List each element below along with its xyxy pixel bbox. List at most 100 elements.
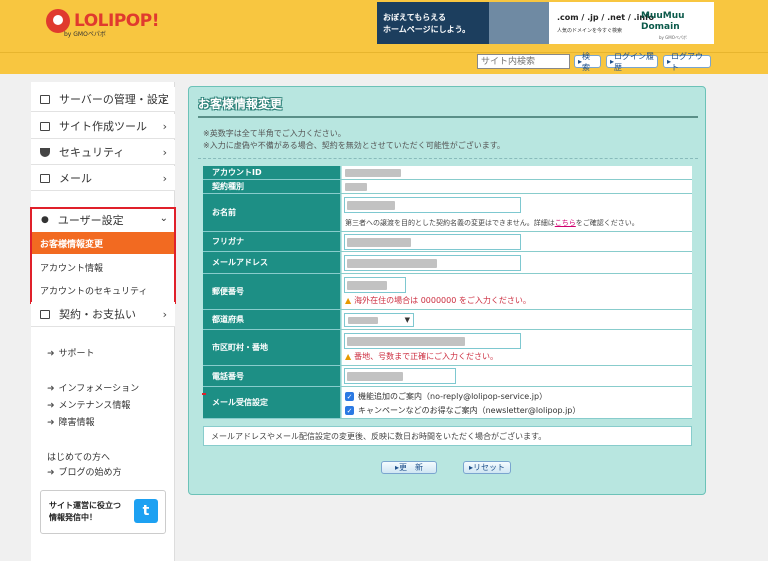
sidebar-item-label: サイト作成ツール — [59, 120, 147, 133]
card-icon — [40, 309, 50, 319]
contract-type-value — [345, 183, 367, 191]
postal-warning: ▲ 海外在住の場合は 0000000 をご入力ください。 — [345, 296, 531, 305]
mail-opt-campaign[interactable]: ✓ キャンペーンなどのお得なご案内（newsletter@lolipop.jp） — [345, 405, 580, 416]
twitter-banner[interactable]: サイト運営に役立つ 情報発信中！ t — [40, 490, 166, 534]
login-history-button[interactable]: ▸ ログイン履歴 — [606, 52, 658, 72]
sidebar-link-blog[interactable]: ➜ ブログの始め方 — [47, 465, 122, 478]
name-hint-link[interactable]: こちら — [555, 219, 576, 227]
prefecture-select[interactable]: ▼ — [344, 313, 414, 327]
city-input[interactable] — [344, 333, 521, 349]
warning-icon: ▲ — [345, 296, 352, 305]
arrow-icon: ➜ — [47, 401, 55, 411]
sidebar-link-beginner[interactable]: はじめての方へ — [47, 450, 110, 463]
chevron-right-icon: › — [162, 308, 167, 321]
server-icon — [40, 94, 50, 104]
banner-photo — [489, 2, 549, 44]
sidebar-item-label: セキュリティ — [59, 146, 125, 159]
chevron-right-icon: › — [162, 93, 167, 106]
sidebar-item-security[interactable]: セキュリティ › — [31, 140, 175, 165]
user-settings-group: ● ユーザー設定 ⌄ お客様情報変更 アカウント情報 アカウントのセキュリティ — [30, 207, 176, 304]
row-city: 市区町村・番地 ▲ 番地、号数まで正確にご入力ください。 — [203, 330, 692, 366]
required-mark — [202, 393, 206, 395]
banner2-sub: 人気のドメインを今すぐ検索 — [557, 28, 623, 34]
sidebar-item-label: メール — [59, 172, 92, 185]
sidebar-link-maintenance[interactable]: ➜ メンテナンス情報 — [47, 398, 130, 411]
checkbox-checked-icon: ✓ — [345, 392, 354, 401]
sidebar-link-information[interactable]: ➜ インフォメーション — [47, 381, 139, 394]
customer-info-panel: お客様情報変更 ※英数字は全て半角でご入力ください。 ※入力に虚偽や不備がある場… — [188, 86, 706, 495]
chevron-right-icon: › — [162, 172, 167, 185]
furigana-input[interactable] — [344, 234, 521, 250]
search-button[interactable]: ▸ 検索 — [574, 52, 601, 72]
row-contract-type: 契約種別 — [203, 180, 692, 194]
twitter-line2: 情報発信中！ — [49, 513, 97, 522]
chevron-down-icon: ⌄ — [159, 213, 168, 224]
user-icon: ● — [41, 215, 49, 225]
label-city: 市区町村・番地 — [203, 330, 341, 365]
submenu-account-security[interactable]: アカウントのセキュリティ — [32, 279, 174, 301]
mail-opt-feature[interactable]: ✓ 機能追加のご案内（no-reply@lolipop-service.jp） — [345, 391, 547, 402]
chevron-right-icon: › — [162, 120, 167, 133]
muumuu-domain-banner[interactable]: .com / .jp / .net / .info 人気のドメインを今すぐ検索 … — [549, 2, 714, 44]
logo-sub: by GMOペパボ — [64, 31, 106, 38]
sidebar-item-server[interactable]: サーバーの管理・設定 › — [31, 87, 175, 112]
banner2-gmo: by GMOペパボ — [659, 35, 687, 40]
label-furigana: フリガナ — [203, 232, 341, 251]
arrow-icon: ➜ — [47, 418, 55, 428]
arrow-icon: ➜ — [47, 384, 55, 394]
phone-input[interactable] — [344, 368, 456, 384]
site-search-input[interactable] — [477, 54, 570, 69]
city-warning: ▲ 番地、号数まで正確にご入力ください。 — [345, 352, 498, 361]
site-header: LOLIPOP! by GMOペパボ おぼえてもらえる ホームページにしよう。 … — [0, 0, 768, 52]
row-phone: 電話番号 — [203, 366, 692, 387]
twitter-icon: t — [134, 499, 158, 523]
sidebar-item-site-tools[interactable]: サイト作成ツール › — [31, 114, 175, 139]
checkbox-checked-icon: ✓ — [345, 406, 354, 415]
update-button[interactable]: ▸ 更 新 — [381, 461, 437, 474]
label-mail-settings: メール受信設定 — [203, 387, 341, 418]
sidebar-item-label: 契約・お支払い — [59, 308, 136, 321]
sidebar-link-support[interactable]: ➜ サポート — [47, 346, 95, 359]
row-furigana: フリガナ — [203, 232, 692, 252]
muumuu-logo: MuuMuu Domain — [641, 11, 685, 32]
sidebar-item-user-settings[interactable]: ● ユーザー設定 ⌄ — [32, 209, 174, 231]
twitter-line1: サイト運営に役立つ — [49, 501, 121, 510]
row-email: メールアドレス — [203, 252, 692, 274]
label-prefecture: 都道府県 — [203, 310, 341, 329]
logo-text: LOLIPOP! — [74, 11, 159, 31]
sidebar-item-billing[interactable]: 契約・お支払い › — [31, 302, 175, 327]
note-invalid: ※入力に虚偽や不備がある場合、契約を無効とさせていただく可能性がございます。 — [203, 141, 505, 150]
account-id-value — [345, 169, 401, 177]
row-account-id: アカウントID — [203, 166, 692, 180]
postal-input[interactable] — [344, 277, 406, 293]
dashed-divider — [198, 158, 698, 159]
submenu-account-info[interactable]: アカウント情報 — [32, 256, 174, 278]
arrow-icon: ➜ — [47, 349, 55, 359]
label-account-id: アカウントID — [203, 166, 341, 179]
shield-icon — [40, 147, 50, 157]
name-hint: 第三者への譲渡を目的とした契約名義の変更はできません。詳細はこちらをご確認くださ… — [345, 219, 639, 227]
sidebar-link-outage[interactable]: ➜ 障害情報 — [47, 415, 95, 428]
mail-change-note: メールアドレスやメール配信設定の変更後、反映に数日お時間をいただく場合がございま… — [203, 426, 692, 446]
label-postal: 郵便番号 — [203, 274, 341, 309]
row-prefecture: 都道府県 ▼ — [203, 310, 692, 330]
arrow-icon: ➜ — [47, 468, 55, 478]
label-contract-type: 契約種別 — [203, 180, 341, 193]
sidebar-item-mail[interactable]: メール › — [31, 166, 175, 191]
label-email: メールアドレス — [203, 252, 341, 273]
label-phone: 電話番号 — [203, 366, 341, 386]
note-halfwidth: ※英数字は全て半角でご入力ください。 — [203, 129, 346, 138]
logout-button[interactable]: ▸ ログアウト — [663, 52, 711, 72]
reset-button[interactable]: ▸ リセット — [463, 461, 511, 474]
chevron-down-icon: ▼ — [404, 316, 410, 324]
laptop-icon — [40, 121, 50, 131]
homepage-banner[interactable]: おぼえてもらえる ホームページにしよう。 — [377, 2, 549, 44]
chevron-right-icon: › — [162, 146, 167, 159]
row-name: お名前 第三者への譲渡を目的とした契約名義の変更はできません。詳細はこちらをご確… — [203, 194, 692, 232]
banner1-line1: おぼえてもらえる — [383, 13, 446, 22]
submenu-customer-info[interactable]: お客様情報変更 — [32, 232, 174, 254]
name-input[interactable] — [344, 197, 521, 213]
email-input[interactable] — [344, 255, 521, 271]
row-mail-settings: メール受信設定 ✓ 機能追加のご案内（no-reply@lolipop-servi… — [203, 387, 692, 419]
label-name: お名前 — [203, 194, 341, 231]
